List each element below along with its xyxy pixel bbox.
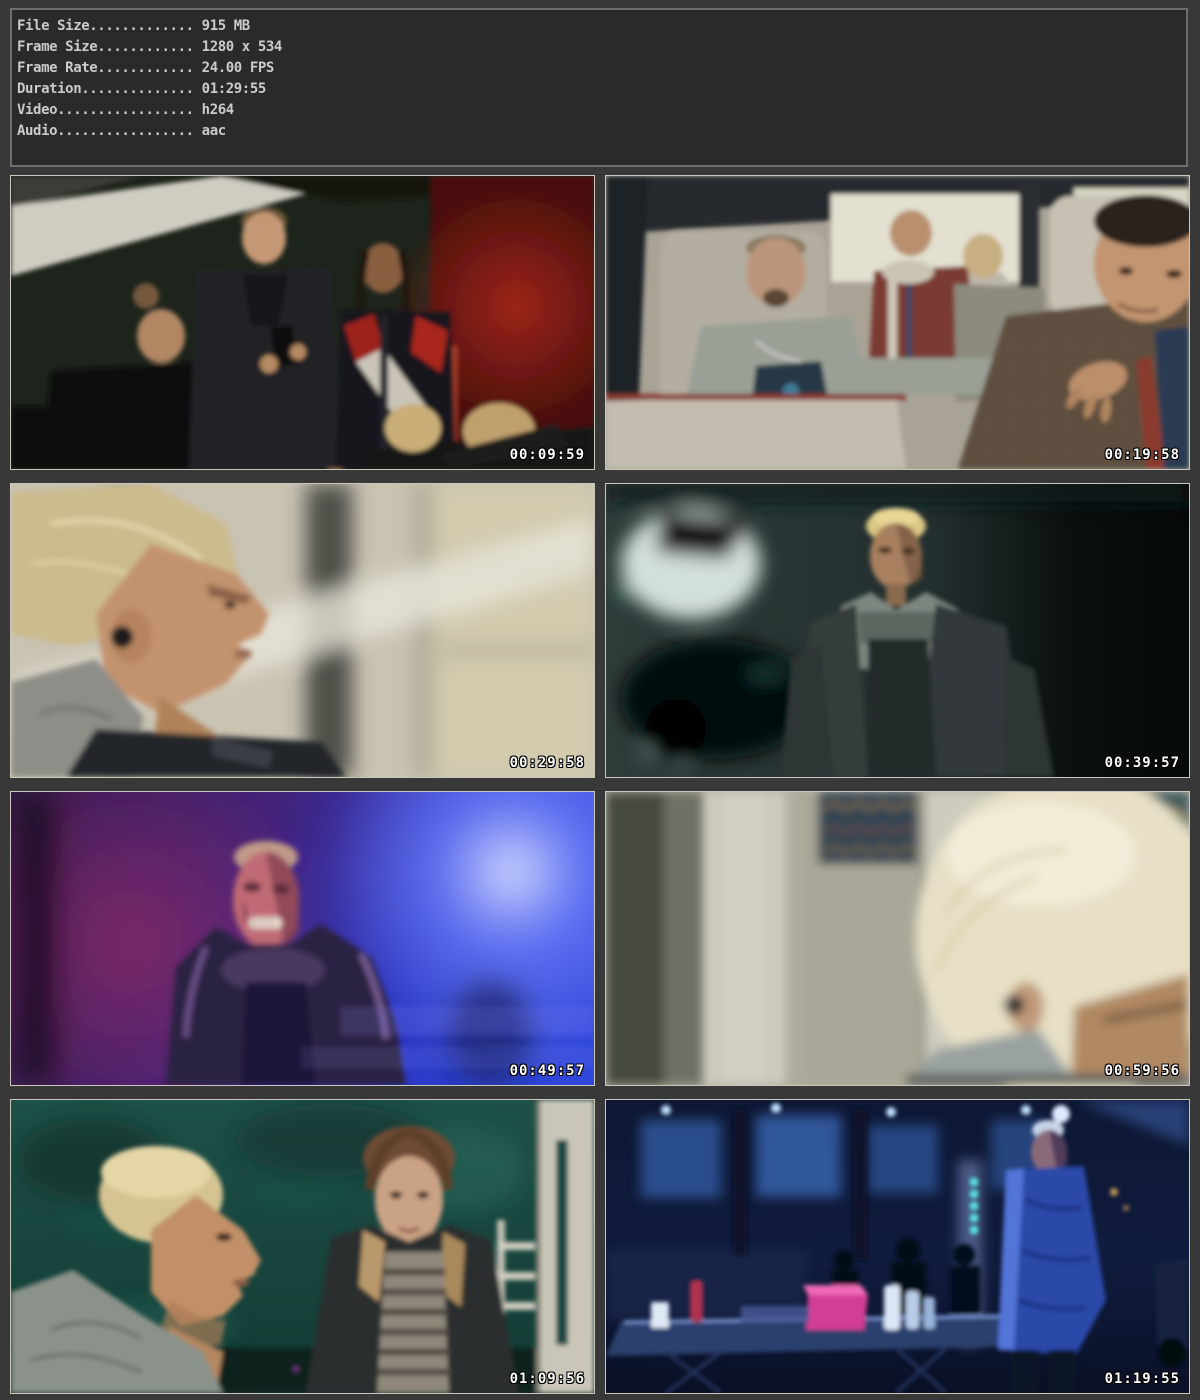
media-info-panel: File Size............. 915 MB Frame Size…: [10, 8, 1188, 167]
scene-art-two-men: [11, 1100, 594, 1393]
screenshot-thumb-5: 00:49:57: [10, 791, 595, 1086]
scene-art-night-yard: [606, 1100, 1189, 1393]
timestamp-overlay: 01:09:56: [510, 1371, 585, 1387]
scene-art-garage: [606, 484, 1189, 777]
scene-art-profile-street: [11, 484, 594, 777]
timestamp-overlay: 00:39:57: [1105, 755, 1180, 771]
info-line-duration: Duration.............. 01:29:55: [17, 79, 1186, 100]
info-line-audio: Audio................. aac: [17, 121, 1186, 142]
timestamp-overlay: 00:29:58: [510, 755, 585, 771]
scene-art-club: [11, 792, 594, 1085]
timestamp-overlay: 00:49:57: [510, 1063, 585, 1079]
timestamp-overlay: 00:59:56: [1105, 1063, 1180, 1079]
screenshot-thumb-3: 00:29:58: [10, 483, 595, 778]
scene-art-car-interior: [606, 176, 1189, 469]
screenshot-thumb-8: 01:19:55: [605, 1099, 1190, 1394]
info-line-file-size: File Size............. 915 MB: [17, 16, 1186, 37]
scene-art-door-head: [606, 792, 1189, 1085]
timestamp-overlay: 00:09:59: [510, 447, 585, 463]
timestamp-overlay: 00:19:58: [1105, 447, 1180, 463]
timestamp-overlay: 01:19:55: [1105, 1371, 1180, 1387]
screenshot-thumb-2: 00:19:58: [605, 175, 1190, 470]
screenshot-thumb-4: 00:39:57: [605, 483, 1190, 778]
thumbnail-grid: 00:09:59: [10, 175, 1190, 1394]
screenshot-thumb-1: 00:09:59: [10, 175, 595, 470]
info-line-frame-rate: Frame Rate............ 24.00 FPS: [17, 58, 1186, 79]
screenshot-thumb-6: 00:59:56: [605, 791, 1190, 1086]
info-line-video: Video................. h264: [17, 100, 1186, 121]
screenshot-thumb-7: 01:09:56: [10, 1099, 595, 1394]
scene-art-dark-room: [11, 176, 594, 469]
media-info-sheet: File Size............. 915 MB Frame Size…: [0, 0, 1200, 1400]
info-line-frame-size: Frame Size............ 1280 x 534: [17, 37, 1186, 58]
